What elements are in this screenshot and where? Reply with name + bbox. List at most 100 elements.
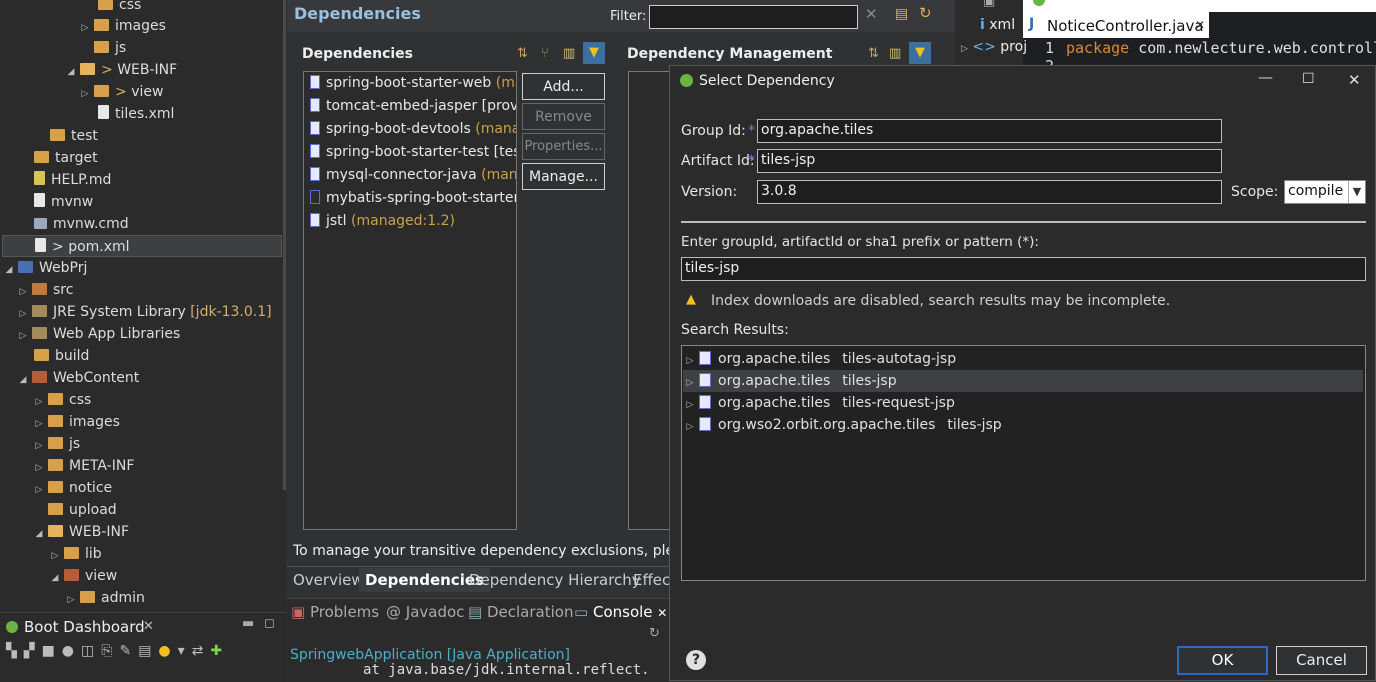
dependency-management-list[interactable]: [628, 71, 670, 530]
refresh-icon[interactable]: ↻: [649, 626, 660, 641]
expand-arrow-icon[interactable]: ▷: [34, 479, 44, 501]
tree-item[interactable]: ▷ src: [18, 279, 74, 303]
expand-arrow-icon[interactable]: ▷: [961, 44, 968, 54]
tree-item[interactable]: ◢ > WEB-INF: [66, 59, 178, 83]
tab-declaration[interactable]: ▤ Declaration: [468, 603, 573, 621]
tree-item[interactable]: ▷ notice: [34, 477, 113, 501]
collapse-arrow-icon[interactable]: ◢: [50, 567, 60, 589]
tree-item[interactable]: tiles.xml: [98, 103, 174, 125]
stop-icon[interactable]: ■: [42, 643, 62, 659]
menu-dropdown-icon[interactable]: ▾: [178, 643, 192, 659]
tree-item[interactable]: mvnw: [34, 191, 93, 213]
remove-button[interactable]: Remove: [522, 103, 605, 130]
list-item[interactable]: tomcat-embed-jasper [provid: [304, 95, 516, 118]
tree-item[interactable]: ▷ images: [34, 411, 120, 433]
tree-item[interactable]: ▷ js: [34, 433, 81, 457]
expand-arrow-icon[interactable]: ▷: [50, 545, 60, 567]
result-row[interactable]: ▷ org.apache.tiles tiles-autotag-jsp: [683, 348, 1363, 370]
filter-icon[interactable]: ▼: [583, 42, 605, 64]
list-item[interactable]: spring-boot-devtools (manag: [304, 118, 516, 141]
columns-icon[interactable]: ▥: [889, 46, 901, 61]
ok-button[interactable]: OK: [1177, 646, 1268, 675]
boot-dashboard-title[interactable]: Boot Dashboard: [24, 618, 145, 636]
tree-item[interactable]: ◢ WebPrj: [4, 257, 88, 281]
expand-arrow-icon[interactable]: ▷: [685, 416, 695, 438]
close-icon[interactable]: ✕: [143, 619, 154, 634]
expand-arrow-icon[interactable]: ▷: [34, 413, 44, 435]
artifact-id-field[interactable]: tiles-jsp: [757, 149, 1222, 173]
explorer-scrollbar[interactable]: [283, 0, 286, 490]
dialog-titlebar[interactable]: Select Dependency — ☐ ✕: [670, 66, 1375, 96]
expand-arrow-icon[interactable]: ▷: [18, 281, 28, 303]
collapse-arrow-icon[interactable]: ◢: [4, 259, 14, 281]
tree-item[interactable]: ◢ view: [50, 565, 118, 589]
code-line[interactable]: package com.newlecture.web.controll: [1066, 39, 1376, 57]
tree-item[interactable]: css: [84, 0, 141, 16]
close-icon[interactable]: ✕: [1195, 18, 1205, 32]
add-file-icon[interactable]: ▤: [895, 6, 908, 22]
tree-item[interactable]: ▷ > view: [80, 81, 164, 105]
close-icon[interactable]: ✕: [657, 606, 667, 620]
expand-arrow-icon[interactable]: ▷: [34, 435, 44, 457]
dependencies-list[interactable]: spring-boot-starter-web (mar tomcat-embe…: [303, 71, 517, 530]
chevron-down-icon[interactable]: ▼: [1348, 181, 1365, 203]
tree-item[interactable]: upload: [48, 499, 117, 521]
expand-arrow-icon[interactable]: ▷: [18, 303, 28, 325]
collapse-arrow-icon[interactable]: ◢: [66, 61, 76, 83]
expand-arrow-icon[interactable]: ▷: [80, 83, 90, 105]
outline-item[interactable]: i xml: [980, 17, 1015, 33]
refresh-icon[interactable]: ↻: [919, 4, 932, 22]
filter-icon[interactable]: ▼: [909, 42, 931, 64]
version-field[interactable]: 3.0.8: [757, 180, 1222, 204]
hierarchy-icon[interactable]: ⑂: [541, 46, 549, 61]
tree-item[interactable]: ▷ lib: [50, 543, 102, 565]
columns-icon[interactable]: ▥: [563, 46, 575, 61]
help-icon[interactable]: ?: [686, 650, 706, 670]
maximize-icon[interactable]: ◻: [264, 616, 275, 631]
search-results-tree[interactable]: ▷ org.apache.tiles tiles-autotag-jsp ▷ org.…: [681, 345, 1366, 581]
restart-icon[interactable]: ●: [62, 643, 81, 659]
outline-item[interactable]: ▷ <> proj: [961, 39, 1027, 55]
expand-arrow-icon[interactable]: ▷: [34, 391, 44, 413]
tab-console[interactable]: ▭ Console ✕: [574, 603, 667, 621]
manage-button[interactable]: Manage...: [522, 163, 605, 190]
tree-item[interactable]: mvnw.cmd: [34, 213, 129, 235]
link-icon[interactable]: ⇄: [192, 643, 211, 659]
tab-overview[interactable]: Overview: [293, 568, 364, 592]
tree-item[interactable]: target: [34, 147, 98, 169]
outline-toolbar-icon[interactable]: ▣: [983, 0, 995, 9]
tree-item[interactable]: js: [94, 37, 126, 59]
tree-item[interactable]: ▷ META-INF: [34, 455, 135, 479]
tree-item[interactable]: ▷ css: [34, 389, 92, 413]
list-item[interactable]: jstl (managed:1.2): [304, 210, 516, 233]
result-row[interactable]: ▷ org.apache.tiles tiles-request-jsp: [683, 392, 1363, 414]
tree-item[interactable]: test: [50, 125, 98, 147]
expand-arrow-icon[interactable]: ▷: [18, 325, 28, 347]
expand-arrow-icon[interactable]: ▷: [34, 457, 44, 479]
add-button[interactable]: Add...: [522, 73, 605, 100]
add-icon[interactable]: ✚: [210, 643, 229, 659]
scope-select[interactable]: compile ▼: [1284, 180, 1366, 204]
list-item[interactable]: mysql-connector-java (manag: [304, 164, 516, 187]
filter-input[interactable]: [649, 5, 858, 29]
console-icon[interactable]: ▤: [138, 643, 158, 659]
result-row-selected[interactable]: ▷ org.apache.tiles tiles-jsp: [683, 370, 1363, 392]
minimize-icon[interactable]: —: [1258, 68, 1273, 86]
edit-icon[interactable]: ✎: [119, 643, 138, 659]
tree-item[interactable]: ▷ JRE System Library [jdk-13.0.1]: [18, 301, 272, 323]
list-item[interactable]: mybatis-spring-boot-starter :: [304, 187, 516, 210]
tree-item[interactable]: ▷ Web App Libraries: [18, 323, 181, 347]
open-browser-icon[interactable]: ◫: [81, 643, 101, 659]
properties-button[interactable]: Properties...: [522, 133, 605, 160]
list-item[interactable]: spring-boot-starter-test [test]: [304, 141, 516, 164]
expand-arrow-icon[interactable]: ▷: [685, 394, 695, 416]
debug-icon[interactable]: ▞: [24, 643, 42, 659]
tab-problems[interactable]: ▣ Problems: [291, 603, 379, 621]
list-item[interactable]: spring-boot-starter-web (mar: [304, 72, 516, 95]
tree-item[interactable]: ◢ WebContent: [18, 367, 140, 389]
editor-tab[interactable]: J NoticeController.java ✕: [1023, 12, 1209, 38]
close-icon[interactable]: ✕: [1348, 71, 1361, 89]
sort-icon[interactable]: ⇅: [868, 46, 879, 61]
open-config-icon[interactable]: ⎘: [101, 643, 119, 659]
tree-item[interactable]: ▷ images: [80, 15, 166, 37]
